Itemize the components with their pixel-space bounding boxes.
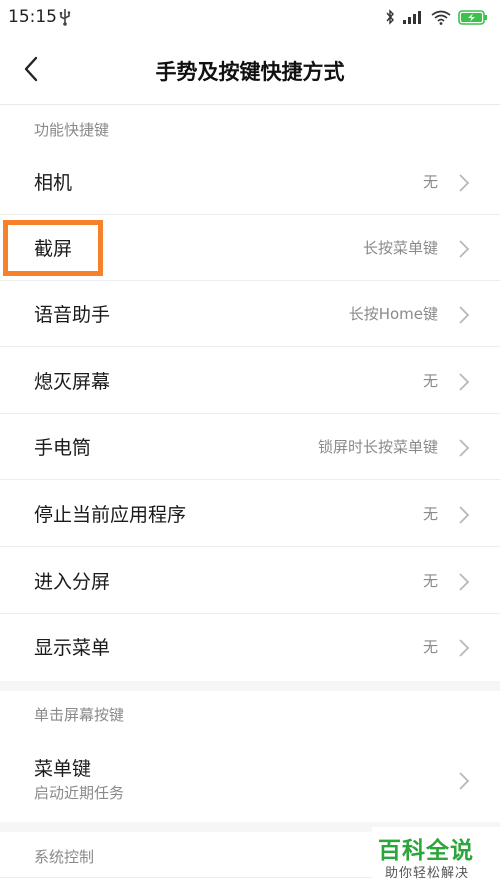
- row-value: 锁屏时长按菜单键: [317, 438, 438, 456]
- row-value: 无: [422, 505, 438, 523]
- section-gap: [0, 681, 500, 691]
- setting-row-split-screen[interactable]: 进入分屏 无: [0, 548, 500, 614]
- row-label: 手电筒: [34, 437, 92, 459]
- section-header-tap-screen-buttons: 单击屏幕按键: [0, 704, 500, 732]
- setting-row-voice-assistant[interactable]: 语音助手 长按Home键: [0, 281, 500, 347]
- row-label: 熄灭屏幕: [34, 371, 111, 393]
- highlight-annotation: [3, 220, 103, 276]
- signal-icon: [403, 11, 421, 24]
- watermark-title: 百科全说: [378, 838, 474, 864]
- header-divider: [0, 104, 500, 105]
- watermark-subtitle: 助你轻松解决: [385, 866, 470, 881]
- chevron-right-icon: [459, 174, 470, 192]
- wifi-icon: [431, 10, 451, 25]
- row-value: 无: [422, 572, 438, 590]
- row-value: 无: [422, 372, 438, 390]
- status-bar: 15:15: [0, 0, 500, 34]
- chevron-right-icon: [459, 373, 470, 391]
- setting-row-menu-key[interactable]: 菜单键 启动近期任务: [0, 740, 500, 822]
- row-label: 显示菜单: [34, 637, 111, 659]
- chevron-right-icon: [459, 772, 470, 790]
- setting-row-show-menu[interactable]: 显示菜单 无: [0, 614, 500, 681]
- section-header-label: 系统控制: [34, 848, 95, 866]
- section-header-function-shortcuts: 功能快捷键: [0, 119, 500, 147]
- row-divider: [0, 546, 500, 547]
- setting-row-flashlight[interactable]: 手电筒 锁屏时长按菜单键: [0, 414, 500, 480]
- watermark: 百科全说 助你轻松解决: [372, 827, 500, 889]
- section-header-label: 单击屏幕按键: [34, 706, 125, 724]
- row-label: 停止当前应用程序: [34, 504, 187, 526]
- row-divider: [0, 346, 500, 347]
- battery-charging-icon: [458, 9, 487, 25]
- chevron-right-icon: [459, 506, 470, 524]
- row-label: 语音助手: [34, 304, 111, 326]
- chevron-right-icon: [459, 240, 470, 258]
- bluetooth-icon: [386, 9, 394, 25]
- status-icons: [385, 8, 488, 26]
- row-value: 长按Home键: [348, 305, 438, 323]
- row-value: 长按菜单键: [362, 239, 438, 257]
- row-label: 菜单键: [34, 758, 92, 780]
- chevron-right-icon: [459, 639, 470, 657]
- status-time: 15:15: [8, 7, 57, 27]
- setting-row-stop-current-app[interactable]: 停止当前应用程序 无: [0, 481, 500, 547]
- row-value: 无: [422, 638, 438, 656]
- row-divider: [0, 479, 500, 480]
- row-label: 相机: [34, 172, 73, 194]
- chevron-right-icon: [459, 306, 470, 324]
- setting-row-screen-off[interactable]: 熄灭屏幕 无: [0, 348, 500, 414]
- chevron-right-icon: [459, 573, 470, 591]
- row-value: 无: [422, 173, 438, 191]
- usb-icon: [59, 9, 71, 26]
- section-header-label: 功能快捷键: [34, 121, 110, 139]
- row-subtitle: 启动近期任务: [34, 784, 125, 802]
- page-title: 手势及按键快捷方式: [155, 60, 345, 84]
- chevron-right-icon: [459, 439, 470, 457]
- header-bar: 手势及按键快捷方式: [0, 34, 500, 104]
- row-label: 进入分屏: [34, 571, 111, 593]
- setting-row-camera[interactable]: 相机 无: [0, 149, 500, 215]
